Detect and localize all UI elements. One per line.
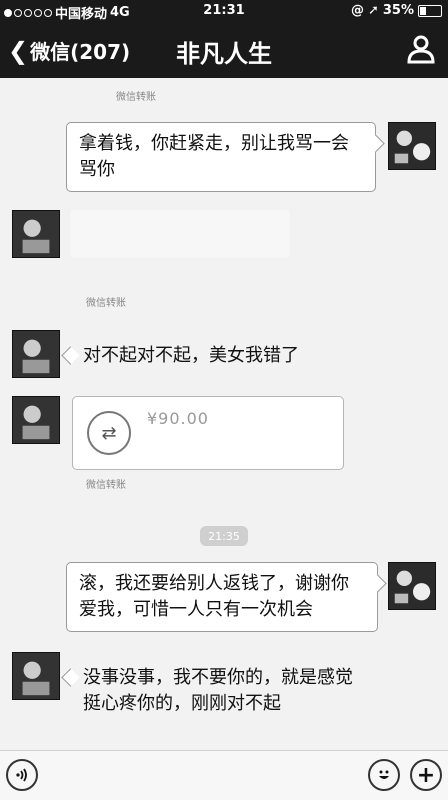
input-bar: + xyxy=(0,750,448,800)
voice-icon[interactable] xyxy=(6,759,38,791)
message-bubble[interactable]: 没事没事，我不要你的，就是感觉挺心疼你的，刚刚对不起 xyxy=(70,656,370,726)
nav-bar: ❮ 微信(207) 非凡人生 xyxy=(0,22,448,78)
transfer-amount: ¥90.00 xyxy=(147,409,209,428)
message-bubble[interactable]: 拿着钱，你赶紧走，别让我骂一会骂你 xyxy=(66,122,376,192)
emoji-icon[interactable] xyxy=(368,759,400,791)
message-bubble[interactable]: 对不起对不起，美女我错了 xyxy=(70,334,360,378)
chat-title: 非凡人生 xyxy=(176,40,272,68)
person-icon[interactable] xyxy=(406,34,436,64)
location-icon: ➚ xyxy=(367,3,379,18)
my-avatar[interactable] xyxy=(388,122,436,170)
time-badge: 21:35 xyxy=(200,526,248,546)
friend-avatar[interactable] xyxy=(12,330,60,378)
plus-icon[interactable]: + xyxy=(410,759,442,791)
transfer-icon: ⇄ xyxy=(87,411,131,455)
message-bubble[interactable]: 滚，我还要给别人返钱了，谢谢你爱我，可惜一人只有一次机会 xyxy=(66,562,378,632)
message-text: 对不起对不起，美女我错了 xyxy=(83,345,299,366)
transfer-card[interactable]: ⇄ ¥90.00 xyxy=(72,396,344,470)
friend-avatar[interactable] xyxy=(12,396,60,444)
battery-percent: 35% xyxy=(382,3,414,18)
message-text: 没事没事，我不要你的，就是感觉挺心疼你的，刚刚对不起 xyxy=(83,667,353,714)
transfer-caption: 微信转账 xyxy=(86,480,126,491)
message-text: 拿着钱，你赶紧走，别让我骂一会骂你 xyxy=(79,133,349,180)
rotation-lock-icon: @ xyxy=(350,3,364,18)
status-bar: 中国移动 4G 21:31 @ ➚ 35% xyxy=(0,0,448,22)
transfer-caption: 微信转账 xyxy=(116,92,156,103)
friend-avatar[interactable] xyxy=(12,210,60,258)
message-text: 滚，我还要给别人返钱了，谢谢你爱我，可惜一人只有一次机会 xyxy=(79,573,349,620)
friend-avatar[interactable] xyxy=(12,652,60,700)
transfer-caption: 微信转账 xyxy=(86,298,126,309)
status-right: @ ➚ 35% xyxy=(351,3,442,18)
battery-icon xyxy=(418,4,442,17)
faded-message xyxy=(70,210,290,258)
my-avatar[interactable] xyxy=(388,562,436,610)
chat-area[interactable]: 微信转账 拿着钱，你赶紧走，别让我骂一会骂你 微信转账 对不起对不起，美女我错了… xyxy=(0,78,448,750)
